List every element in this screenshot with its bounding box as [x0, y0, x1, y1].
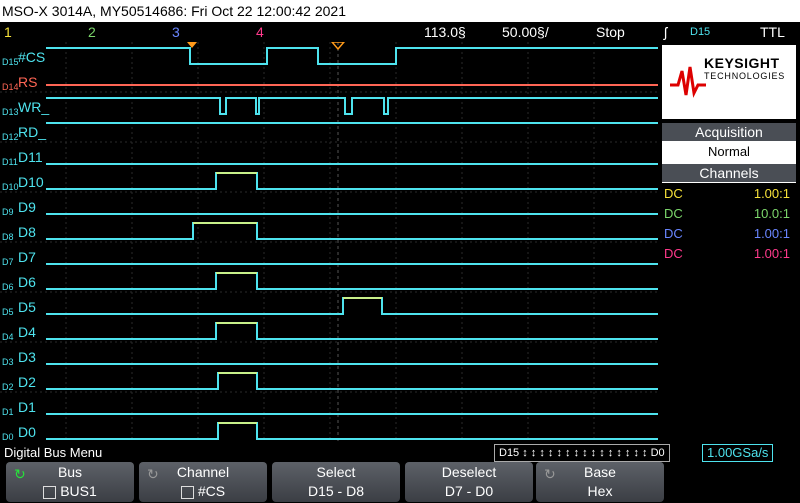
channel-probe: 10.0:1	[753, 206, 790, 221]
channel-name: D5	[18, 299, 36, 315]
brand-bottom: TECHNOLOGIES	[704, 71, 786, 81]
channel-label: D2	[2, 382, 14, 392]
channel-name: RS	[18, 74, 37, 90]
waveform-svg: D15 #CSD14 RSD13 WR_D12 RD_D11 D11D10 D10D9 D9D…	[0, 42, 658, 442]
timebase-readout: 113.0§	[424, 24, 466, 40]
base-softkey-label: Base	[584, 464, 616, 480]
keysight-logo: KEYSIGHT TECHNOLOGIES	[662, 45, 796, 119]
channel-checkbox[interactable]	[180, 485, 194, 499]
status-bar: 1 2 3 4 113.0§ 50.00§/ Stop ʃ D15 TTL	[0, 22, 800, 42]
channel-name: D9	[18, 199, 36, 215]
channel-row[interactable]: DC 1.00:1	[662, 244, 796, 264]
menu-sample-rate: 1.00GSa/s	[702, 444, 774, 462]
deselect-softkey[interactable]: Deselect D7 - D0	[405, 462, 533, 502]
digital-trace	[46, 47, 658, 65]
channel-label: D0	[2, 432, 14, 442]
softkey-bar: ↻ Bus BUS1 ↻ Channel #CS Select D15 - D8…	[0, 462, 800, 503]
channel-label: D11	[2, 157, 18, 167]
channel-coupling: DC	[664, 246, 683, 261]
channel-probe: 1.00:1	[753, 226, 790, 241]
digital-trace	[46, 172, 658, 190]
trigger-edge-icon: ʃ	[664, 24, 668, 40]
waveform-display[interactable]: D15 #CS D14 RS D13 WR_ D12 RD_ D11 D11 D10 D10 D9 D9 D…	[0, 42, 658, 442]
channel-label: D5	[2, 307, 14, 317]
digital-trace	[46, 422, 658, 440]
deselect-softkey-label: Deselect	[441, 464, 497, 480]
channel-probe: 1.00:1	[753, 246, 790, 261]
bus-softkey-label: Bus	[57, 464, 83, 480]
channels-title: Channels	[662, 164, 796, 182]
channel-softkey-value: #CS	[197, 483, 226, 499]
digital-trace	[46, 222, 658, 240]
menu-title: Digital Bus Menu	[4, 445, 103, 460]
base-softkey-value: Hex	[587, 483, 613, 499]
channel-name: D6	[18, 274, 36, 290]
channel-name: WR_	[18, 99, 49, 115]
acquisition-title: Acquisition	[662, 123, 796, 141]
channel-name: D0	[18, 424, 36, 440]
channel-1-indicator[interactable]: 1	[4, 22, 12, 42]
select-softkey[interactable]: Select D15 - D8	[272, 462, 400, 502]
bus-checkbox[interactable]	[43, 485, 57, 499]
bus-softkey[interactable]: ↻ Bus BUS1	[6, 462, 134, 502]
trigger-level: TTL	[760, 24, 785, 40]
channel-coupling: DC	[664, 226, 683, 241]
delay-readout: 50.00§/	[502, 24, 549, 40]
digital-trace	[46, 372, 658, 390]
channel-label: D3	[2, 357, 14, 367]
channel-row[interactable]: DC 10.0:1	[662, 204, 796, 224]
select-softkey-value: D15 - D8	[307, 483, 365, 499]
channel-label: D6	[2, 282, 14, 292]
digital-trace	[46, 97, 658, 115]
channel-label: D8	[2, 232, 14, 242]
channel-name: #CS	[18, 49, 45, 65]
window-title: MSO-X 3014A, MY50514686: Fri Oct 22 12:0…	[0, 0, 800, 22]
channel-label: D9	[2, 207, 14, 217]
deselect-softkey-value: D7 - D0	[444, 483, 494, 499]
channel-name: D7	[18, 249, 36, 265]
digital-trace	[46, 297, 658, 315]
channel-coupling: DC	[664, 186, 683, 201]
brand-top: KEYSIGHT	[704, 55, 780, 71]
channel-label: D14	[2, 82, 19, 92]
channel-label: D10	[2, 182, 19, 192]
channel-label: D12	[2, 132, 19, 142]
channel-name: D10	[18, 174, 44, 190]
digital-trace	[46, 272, 658, 290]
channel-label: D1	[2, 407, 14, 417]
base-softkey[interactable]: ↻ Base Hex	[536, 462, 664, 502]
channel-name: D2	[18, 374, 36, 390]
channel-4-indicator[interactable]: 4	[256, 22, 264, 42]
channel-label: D7	[2, 257, 14, 267]
channel-label: D13	[2, 107, 19, 117]
digital-trace	[46, 322, 658, 340]
run-state[interactable]: Stop	[596, 22, 625, 42]
select-softkey-label: Select	[316, 464, 356, 480]
channel-name: D8	[18, 224, 36, 240]
side-panel: KEYSIGHT TECHNOLOGIES Acquisition Normal…	[660, 42, 800, 442]
channel-2-indicator[interactable]: 2	[88, 22, 96, 42]
channel-coupling: DC	[664, 206, 683, 221]
channel-name: RD_	[18, 124, 46, 140]
acquisition-mode: Normal	[708, 144, 750, 159]
channel-probe: 1.00:1	[753, 186, 790, 201]
channel-name: D1	[18, 399, 36, 415]
channel-row[interactable]: DC 1.00:1	[662, 184, 796, 204]
bus-pattern: D15 ↕ ↕ ↕ ↕ ↕ ↕ ↕ ↕ ↕ ↕ ↕ ↕ ↕ ↕ ↕ D0	[494, 444, 670, 462]
channel-label: D4	[2, 332, 14, 342]
keysight-wave-icon	[670, 66, 706, 98]
channel-row[interactable]: DC 1.00:1	[662, 224, 796, 244]
channel-softkey[interactable]: ↻ Channel #CS	[139, 462, 267, 502]
channel-name: D11	[18, 149, 43, 165]
channel-name: D4	[18, 324, 36, 340]
menu-bar: Digital Bus Menu D15 ↕ ↕ ↕ ↕ ↕ ↕ ↕ ↕ ↕ ↕…	[0, 444, 800, 462]
trigger-source: D15	[690, 26, 711, 38]
bus-softkey-value: BUS1	[60, 483, 97, 499]
channel-name: D3	[18, 349, 36, 365]
channel-softkey-label: Channel	[176, 464, 230, 480]
channel-3-indicator[interactable]: 3	[172, 22, 180, 42]
channel-label: D15	[2, 57, 19, 67]
